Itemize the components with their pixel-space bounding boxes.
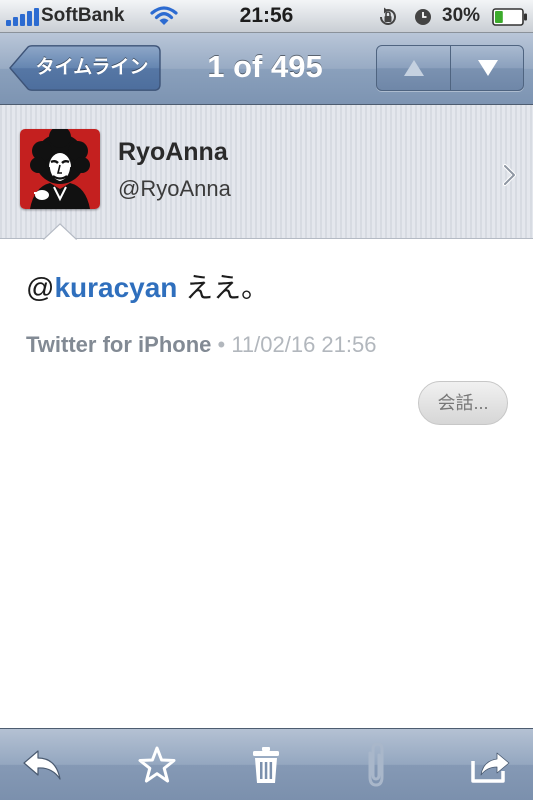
battery-fill <box>495 11 503 23</box>
battery-icon <box>492 8 527 26</box>
tweet-source-link[interactable]: Twitter for iPhone <box>26 332 211 357</box>
back-button-label: タイムライン <box>35 57 149 78</box>
avatar[interactable] <box>20 129 100 209</box>
chevron-right-icon <box>503 164 516 186</box>
prev-next-control <box>376 45 524 91</box>
attach-button[interactable] <box>345 737 405 793</box>
next-tweet-button[interactable] <box>451 46 523 90</box>
tweet-text: @kuracyan ええ。 <box>26 266 269 306</box>
avatar-portrait-image <box>20 129 100 209</box>
screen: SoftBank 21:56 30% タイムライン 1 of 495 RyoAn… <box>0 0 533 800</box>
triangle-down-icon <box>478 60 498 76</box>
back-button[interactable]: タイムライン <box>9 45 161 91</box>
share-icon <box>471 752 510 783</box>
tweet-at-sign: @ <box>26 272 55 303</box>
delete-button[interactable] <box>236 737 296 793</box>
alarm-clock-icon <box>415 9 431 25</box>
profile-header[interactable]: RyoAnna @RyoAnna <box>0 105 533 239</box>
profile-handle: @RyoAnna <box>118 176 231 201</box>
mention-link[interactable]: kuracyan <box>54 272 177 303</box>
trash-icon <box>253 747 279 783</box>
reply-icon <box>23 750 61 780</box>
tweet-body: ええ。 <box>177 272 270 303</box>
profile-name: RyoAnna <box>118 138 228 166</box>
previous-tweet-button[interactable] <box>377 46 451 90</box>
navigation-bar: タイムライン 1 of 495 <box>0 33 533 105</box>
share-button[interactable] <box>461 737 521 793</box>
status-bar: SoftBank 21:56 30% <box>0 0 533 33</box>
page-counter-title: 1 of 495 <box>207 49 323 84</box>
speech-pointer <box>43 223 77 241</box>
tweet-timestamp: 11/02/16 21:56 <box>231 332 377 357</box>
star-icon <box>138 746 176 783</box>
bottom-toolbar <box>0 728 533 800</box>
battery-percentage: 30% <box>442 5 481 26</box>
favorite-button[interactable] <box>127 737 187 793</box>
conversation-button[interactable]: 会話... <box>418 381 508 425</box>
paperclip-icon <box>368 742 384 787</box>
triangle-up-icon <box>403 60 424 76</box>
rotation-lock-icon <box>380 7 396 25</box>
reply-button[interactable] <box>12 737 72 793</box>
meta-separator: • <box>211 332 232 357</box>
tweet-meta: Twitter for iPhone • 11/02/16 21:56 <box>26 332 376 358</box>
